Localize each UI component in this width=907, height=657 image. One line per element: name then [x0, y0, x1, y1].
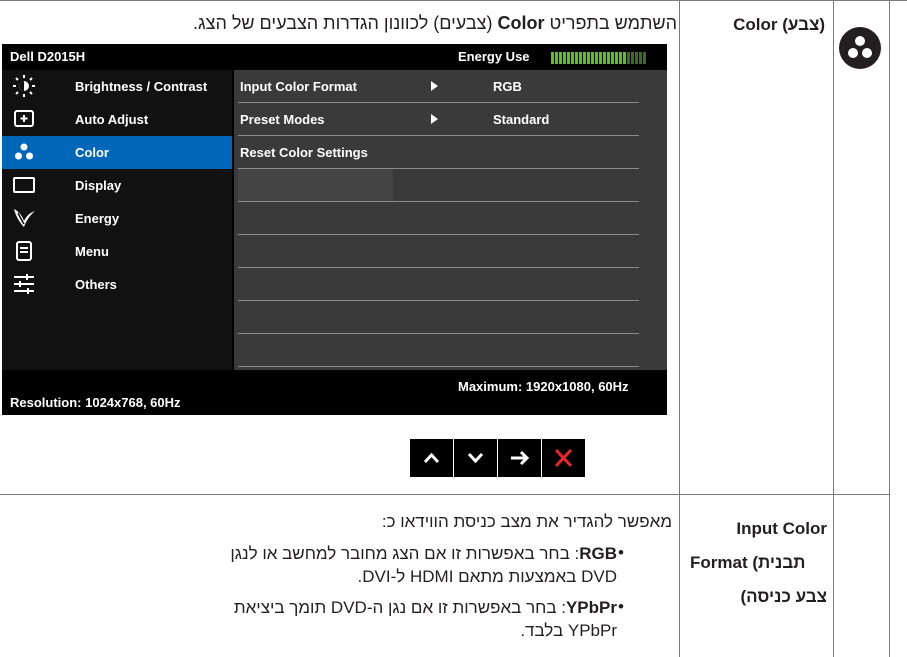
submenu-empty-row	[234, 202, 667, 235]
auto-adjust-icon	[14, 110, 34, 127]
menu-item-color[interactable]: Color	[2, 136, 232, 169]
submenu-empty-row	[234, 268, 667, 301]
osd-current-resolution: Resolution: 1024x768, 60Hz	[10, 395, 181, 410]
energy-bar-segment	[575, 52, 578, 64]
energy-bar-segment	[611, 52, 614, 64]
menu-item-label: Energy	[75, 211, 120, 226]
submenu-arrow-icon	[431, 114, 438, 124]
osd-header: Dell D2015H Energy Use	[2, 44, 667, 70]
chevron-up-icon	[423, 452, 440, 464]
osd-model-name: Dell D2015H	[10, 49, 86, 64]
menu-item-display[interactable]: Display	[2, 169, 232, 202]
menu-item-brightness-contrast[interactable]: Brightness / Contrast	[2, 70, 232, 103]
brightness-icon	[13, 75, 35, 97]
submenu-reset-color-settings[interactable]: Reset Color Settings	[234, 136, 667, 169]
energy-bar-segment	[643, 52, 646, 64]
energy-bar-segment	[595, 52, 598, 64]
energy-bar-segment	[615, 52, 618, 64]
energy-bar-segment	[567, 52, 570, 64]
energy-leaf-icon	[14, 209, 35, 227]
osd-menu-screenshot: Dell D2015H Energy Use Brightness / Cont…	[2, 44, 667, 415]
menu-item-label: Menu	[75, 244, 109, 259]
energy-bar-segment	[619, 52, 622, 64]
bullet-dot: •	[618, 597, 624, 616]
osd-submenu: Input Color Format RGB Preset Modes Stan…	[234, 70, 667, 370]
input-color-format-label: Input Color Format (תבנית צבע כניסה)	[690, 519, 827, 606]
submenu-value: Standard	[493, 112, 550, 127]
submenu-arrow-icon	[431, 81, 438, 91]
osd-max-resolution: Maximum: 1920x1080, 60Hz	[458, 379, 629, 394]
energy-bar-segment	[623, 52, 626, 64]
osd-footer: Maximum: 1920x1080, 60Hz Resolution: 102…	[2, 370, 667, 415]
energy-bar-segment	[579, 52, 582, 64]
table-border-top	[0, 0, 907, 1]
color-section-description: השתמש בתפריט Color (צבעים) לכוונון הגדרו…	[193, 13, 677, 33]
chevron-down-icon	[467, 452, 484, 464]
submenu-preset-modes[interactable]: Preset Modes Standard	[234, 103, 667, 136]
energy-bar-segment	[607, 52, 610, 64]
menu-item-auto-adjust[interactable]: Auto Adjust	[2, 103, 232, 136]
submenu-empty-row	[234, 169, 667, 202]
energy-bar-segment	[627, 52, 630, 64]
energy-bar-segment	[559, 52, 562, 64]
menu-item-energy[interactable]: Energy	[2, 202, 232, 235]
menu-item-label: Others	[75, 277, 117, 292]
nav-down-button[interactable]	[454, 439, 497, 477]
osd-main-menu: Brightness / Contrast Auto Adjust Color	[2, 70, 232, 370]
submenu-label: Preset Modes	[240, 112, 325, 127]
color-section-label: Color (צבע)	[733, 15, 825, 34]
energy-bar-segment	[583, 52, 586, 64]
submenu-empty-row	[234, 334, 667, 367]
color-icon	[15, 143, 33, 160]
table-border-col1	[679, 0, 680, 657]
table-border-right	[889, 0, 890, 657]
display-icon	[13, 177, 35, 193]
arrow-right-icon	[511, 450, 530, 466]
osd-energy-label: Energy Use	[458, 49, 530, 64]
energy-bar-segment	[599, 52, 602, 64]
energy-bar-segment	[587, 52, 590, 64]
energy-bar-segment	[563, 52, 566, 64]
menu-item-label: Auto Adjust	[75, 112, 149, 127]
menu-item-others[interactable]: Others	[2, 268, 232, 301]
nav-enter-button[interactable]	[498, 439, 541, 477]
menu-item-label: Brightness / Contrast	[75, 79, 208, 94]
energy-bar-segment	[631, 52, 634, 64]
submenu-input-color-format[interactable]: Input Color Format RGB	[234, 70, 667, 103]
menu-icon	[16, 241, 32, 261]
menu-item-label: Color	[75, 145, 109, 160]
close-x-icon	[554, 448, 573, 468]
submenu-value: RGB	[493, 79, 522, 94]
energy-bar-segment	[603, 52, 606, 64]
input-color-format-intro: מאפשר להגדיר את מצב כניסת הווידאו כ:	[381, 512, 672, 531]
bullet-rgb: RGB: בחר באפשרות זו אם הצג מחובר למחשב א…	[230, 544, 617, 586]
color-section-icon	[839, 27, 881, 69]
energy-bar-segment	[635, 52, 638, 64]
others-sliders-icon	[14, 274, 34, 294]
submenu-label: Reset Color Settings	[240, 145, 368, 160]
menu-item-menu[interactable]: Menu	[2, 235, 232, 268]
bullet-ypbpr: YPbPr: בחר באפשרות זו אם נגן ה-DVD תומך …	[233, 598, 617, 640]
nav-exit-button[interactable]	[542, 439, 585, 477]
nav-up-button[interactable]	[410, 439, 453, 477]
energy-use-meter	[551, 52, 649, 64]
table-row-divider	[0, 494, 890, 495]
energy-bar-segment	[551, 52, 554, 64]
submenu-empty-row	[234, 235, 667, 268]
energy-bar-segment	[639, 52, 642, 64]
table-border-col2	[833, 0, 834, 657]
menu-item-label: Display	[75, 178, 122, 193]
energy-bar-segment	[591, 52, 594, 64]
energy-bar-segment	[555, 52, 558, 64]
bullet-dot: •	[618, 543, 624, 562]
energy-bar-segment	[571, 52, 574, 64]
submenu-empty-row	[234, 301, 667, 334]
submenu-label: Input Color Format	[240, 79, 357, 94]
